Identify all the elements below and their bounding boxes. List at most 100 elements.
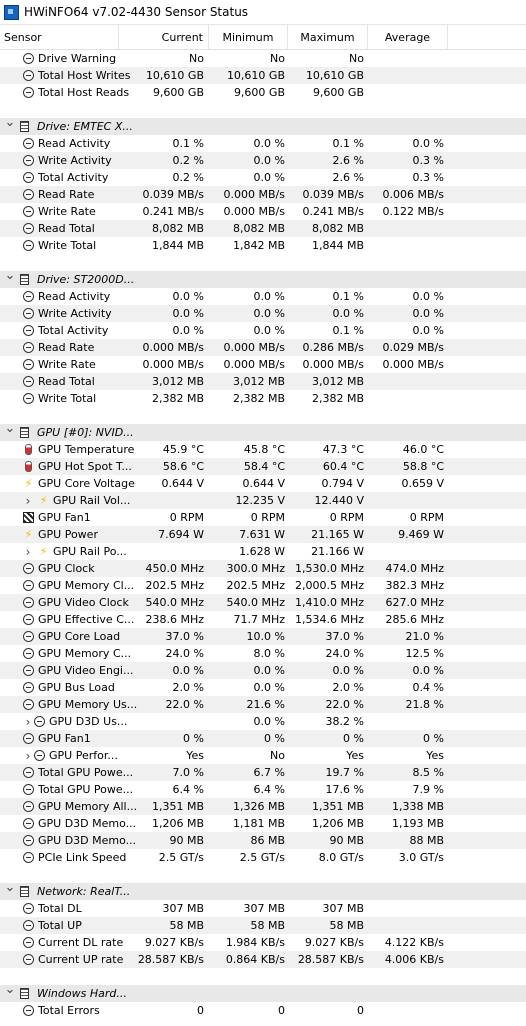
- current-value: 9.027 KB/s: [144, 936, 204, 949]
- column-header-current[interactable]: Current: [119, 25, 209, 49]
- sensor-row[interactable]: Write Total 2,382 MB 2,382 MB 2,382 MB: [0, 390, 526, 407]
- sensor-row[interactable]: Write Rate 0.241 MB/s 0.000 MB/s 0.241 MB/s…: [0, 203, 526, 220]
- sensor-label: PCIe Link Speed: [38, 851, 127, 864]
- minimum-value: 1,842 MB: [232, 239, 285, 252]
- sensor-row[interactable]: Write Activity 0.2 % 0.0 % 2.6 % 0.3 %: [0, 152, 526, 169]
- sensor-row[interactable]: Read Rate 0.000 MB/s 0.000 MB/s 0.286 MB/s 0…: [0, 339, 526, 356]
- sensor-row[interactable]: GPU Effective C... 238.6 MHz 71.7 MHz 1,534…: [0, 611, 526, 628]
- sensor-row[interactable]: Total GPU Powe... 7.0 % 6.7 % 19.7 % 8.5 %: [0, 764, 526, 781]
- sensor-row[interactable]: GPU D3D Memo... 90 MB 86 MB 90 MB 88 MB: [0, 832, 526, 849]
- expand-chevron-icon[interactable]: [22, 715, 34, 729]
- current-value: 7.694 W: [158, 528, 204, 541]
- column-header-maximum[interactable]: Maximum: [288, 25, 368, 49]
- sensor-row[interactable]: GPU Temperature 45.9 °C 45.8 °C 47.3 °C 46.0…: [0, 441, 526, 458]
- sensor-row[interactable]: Current UP rate 28.587 KB/s 0.864 KB/s 28.5…: [0, 951, 526, 968]
- current-value: 37.0 %: [165, 630, 204, 643]
- sensor-row[interactable]: Total Activity 0.2 % 0.0 % 2.6 % 0.3 %: [0, 169, 526, 186]
- sensor-row[interactable]: GPU D3D Memo... 1,206 MB 1,181 MB 1,206 MB 1…: [0, 815, 526, 832]
- sensor-row[interactable]: Read Activity 0.1 % 0.0 % 0.1 % 0.0 %: [0, 135, 526, 152]
- minimum-value: 0.000 MB/s: [223, 188, 285, 201]
- sensor-row[interactable]: PCIe Link Speed 2.5 GT/s 2.5 GT/s 8.0 GT/s 3…: [0, 849, 526, 866]
- sensor-group-row[interactable]: Drive: ST2000D...: [0, 271, 526, 288]
- collapse-chevron-icon[interactable]: [4, 272, 16, 287]
- sensor-row[interactable]: Total UP 58 MB 58 MB 58 MB: [0, 917, 526, 934]
- sensor-row[interactable]: GPU Memory C... 24.0 % 8.0 % 24.0 % 12.5 %: [0, 645, 526, 662]
- average-value: 8.5 %: [412, 766, 444, 779]
- lightning-icon: [38, 546, 49, 558]
- sensor-row[interactable]: GPU Hot Spot T... 58.6 °C 58.4 °C 60.4 °C 58…: [0, 458, 526, 475]
- thermometer-icon: [25, 461, 32, 472]
- sensor-status-icon: [23, 614, 34, 625]
- maximum-value: 1,534.6 MHz: [294, 613, 364, 626]
- sensor-row[interactable]: GPU Fan1 0 RPM 0 RPM 0 RPM 0 RPM: [0, 509, 526, 526]
- sensor-label: GPU Fan1: [38, 732, 91, 745]
- sensor-group-row[interactable]: Network: RealT...: [0, 883, 526, 900]
- sensor-row[interactable]: Read Total 3,012 MB 3,012 MB 3,012 MB: [0, 373, 526, 390]
- sensor-row[interactable]: GPU Memory All... 1,351 MB 1,326 MB 1,351 M…: [0, 798, 526, 815]
- sensor-status-icon: [23, 920, 34, 931]
- sensor-row[interactable]: GPU Fan1 0 % 0 % 0 % 0 %: [0, 730, 526, 747]
- current-value: 0.241 MB/s: [142, 205, 204, 218]
- minimum-value: 2.5 GT/s: [239, 851, 285, 864]
- sensor-row[interactable]: Total Errors 0 0 0: [0, 1002, 526, 1019]
- sensor-row[interactable]: GPU Power 7.694 W 7.631 W 21.165 W 9.469 W: [0, 526, 526, 543]
- minimum-value: 12.235 V: [235, 494, 285, 507]
- column-header-minimum[interactable]: Minimum: [209, 25, 288, 49]
- sensor-row[interactable]: Total DL 307 MB 307 MB 307 MB: [0, 900, 526, 917]
- sensor-row[interactable]: Write Total 1,844 MB 1,842 MB 1,844 MB: [0, 237, 526, 254]
- sensor-label: Write Activity: [38, 307, 112, 320]
- sensor-row[interactable]: Current DL rate 9.027 KB/s 1.984 KB/s 9.027…: [0, 934, 526, 951]
- sensor-row[interactable]: GPU Video Clock 540.0 MHz 540.0 MHz 1,410.0…: [0, 594, 526, 611]
- sensor-row[interactable]: Total Host Writes 10,610 GB 10,610 GB 10,61…: [0, 67, 526, 84]
- collapse-chevron-icon[interactable]: [4, 425, 16, 440]
- sensor-group-row[interactable]: GPU [#0]: NVID...: [0, 424, 526, 441]
- sensor-row[interactable]: GPU Core Voltage0.644 V0.644 V0.794 V0.6…: [0, 475, 526, 492]
- sensor-row[interactable]: Write Rate 0.000 MB/s 0.000 MB/s 0.000 MB/s…: [0, 356, 526, 373]
- sensor-row[interactable]: GPU Core Load 37.0 % 10.0 % 37.0 % 21.0 %: [0, 628, 526, 645]
- sensor-row[interactable]: Read Activity 0.0 % 0.0 % 0.1 % 0.0 %: [0, 288, 526, 305]
- current-value: 0.000 MB/s: [142, 358, 204, 371]
- sensor-label: GPU Perfor...: [49, 749, 118, 762]
- sensor-name-cell: Drive: ST2000D...: [16, 273, 225, 286]
- current-value: 0.0 %: [172, 290, 204, 303]
- current-value: 0.2 %: [172, 154, 204, 167]
- sensor-label: GPU Rail Vol...: [53, 494, 131, 507]
- minimum-value: 0.0 %: [253, 715, 285, 728]
- sensor-subitem-row[interactable]: GPU D3D Us... 0.0 % 38.2 %: [0, 713, 526, 730]
- minimum-value: 8.0 %: [253, 647, 285, 660]
- sensor-subitem-row[interactable]: GPU Rail Po... 1.628 W 21.166 W: [0, 543, 526, 560]
- sensor-label: GPU D3D Us...: [49, 715, 128, 728]
- sensor-row[interactable]: Read Total 8,082 MB 8,082 MB 8,082 MB: [0, 220, 526, 237]
- sensor-subitem-row[interactable]: GPU Rail Vol... 12.235 V 12.440 V: [0, 492, 526, 509]
- sensor-row[interactable]: Read Rate 0.039 MB/s 0.000 MB/s 0.039 MB/s 0…: [0, 186, 526, 203]
- maximum-value: 60.4 °C: [322, 460, 364, 473]
- maximum-value: 24.0 %: [325, 647, 364, 660]
- collapse-chevron-icon[interactable]: [4, 986, 16, 1001]
- column-header-sensor[interactable]: Sensor: [0, 25, 119, 49]
- collapse-chevron-icon[interactable]: [4, 884, 16, 899]
- expand-chevron-icon[interactable]: [22, 545, 34, 559]
- column-header-average[interactable]: Average: [368, 25, 448, 49]
- average-value: 21.8 %: [405, 698, 444, 711]
- sensor-row[interactable]: Total Activity 0.0 % 0.0 % 0.1 % 0.0 %: [0, 322, 526, 339]
- sensor-status-icon: [23, 665, 34, 676]
- sensor-row[interactable]: Total GPU Powe... 6.4 % 6.4 % 17.6 % 7.9 %: [0, 781, 526, 798]
- expand-chevron-icon[interactable]: [22, 749, 34, 763]
- maximum-value: No: [349, 52, 364, 65]
- sensor-row[interactable]: Drive Warning No No No: [0, 50, 526, 67]
- sensor-status-icon: [23, 70, 34, 81]
- expand-chevron-icon[interactable]: [22, 494, 34, 508]
- sensor-row[interactable]: Total Host Reads 9,600 GB 9,600 GB 9,600 GB: [0, 84, 526, 101]
- collapse-chevron-icon[interactable]: [4, 119, 16, 134]
- sensor-group-row[interactable]: Drive: EMTEC X...: [0, 118, 526, 135]
- sensor-row[interactable]: GPU Memory Cl... 202.5 MHz 202.5 MHz 2,000.…: [0, 577, 526, 594]
- sensor-row[interactable]: GPU Memory Us... 22.0 % 21.6 % 22.0 % 21.8 %: [0, 696, 526, 713]
- maximum-value: 1,530.0 MHz: [294, 562, 364, 575]
- sensor-subitem-row[interactable]: GPU Perfor... Yes No Yes Yes: [0, 747, 526, 764]
- sensor-status-icon: [23, 801, 34, 812]
- sensor-row[interactable]: GPU Bus Load 2.0 % 0.0 % 2.0 % 0.4 %: [0, 679, 526, 696]
- sensor-row[interactable]: GPU Video Engi... 0.0 % 0.0 % 0.0 % 0.0 %: [0, 662, 526, 679]
- sensor-row[interactable]: Write Activity 0.0 % 0.0 % 0.0 % 0.0 %: [0, 305, 526, 322]
- sensor-group-row[interactable]: Windows Hard...: [0, 985, 526, 1002]
- sensor-row[interactable]: GPU Clock 450.0 MHz 300.0 MHz 1,530.0 MHz 47…: [0, 560, 526, 577]
